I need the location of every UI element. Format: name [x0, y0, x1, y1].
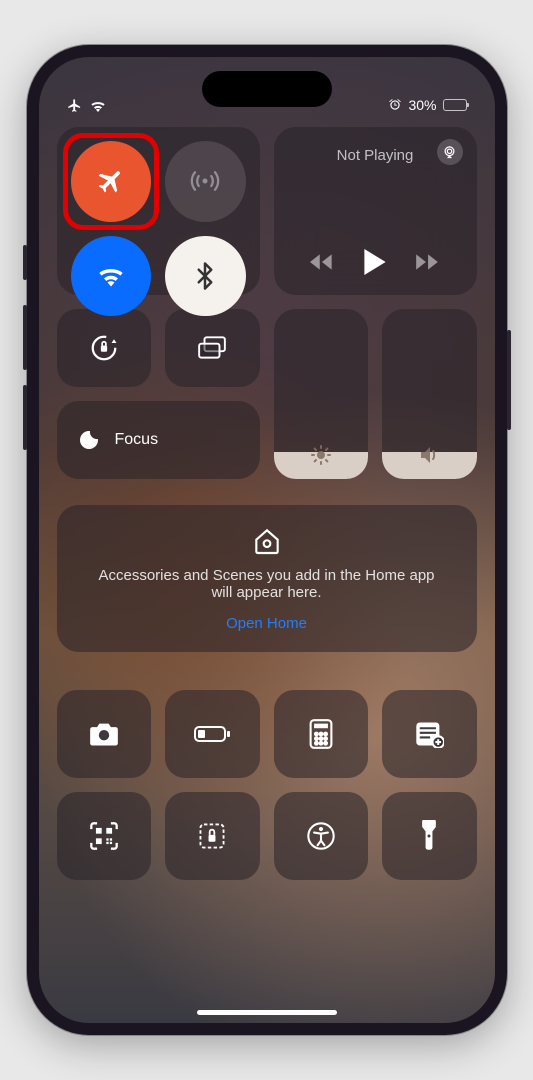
airplay-icon[interactable]	[437, 139, 463, 165]
low-power-button[interactable]	[165, 690, 260, 778]
calculator-button[interactable]	[274, 690, 369, 778]
qr-scanner-button[interactable]	[57, 792, 152, 880]
airplane-status-icon	[67, 98, 82, 113]
screen: 30%	[39, 57, 495, 1023]
open-home-link[interactable]: Open Home	[226, 615, 307, 632]
home-icon	[251, 525, 283, 557]
brightness-icon	[309, 443, 333, 467]
home-tile[interactable]: Accessories and Scenes you add in the Ho…	[57, 505, 477, 652]
volume-up-button	[23, 305, 27, 370]
phone-frame: 30%	[27, 45, 507, 1035]
power-button	[507, 330, 511, 430]
focus-button[interactable]: Focus	[57, 401, 260, 479]
silent-switch	[23, 245, 27, 280]
accessibility-button[interactable]	[274, 792, 369, 880]
forward-button[interactable]	[414, 253, 440, 271]
rewind-button[interactable]	[310, 253, 336, 271]
media-controls	[310, 249, 440, 281]
guided-access-button[interactable]	[165, 792, 260, 880]
brightness-slider[interactable]	[274, 309, 369, 479]
volume-icon	[417, 443, 441, 467]
battery-percent-label: 30%	[408, 97, 436, 113]
media-tile[interactable]: Not Playing	[274, 127, 477, 295]
home-message: Accessories and Scenes you add in the Ho…	[87, 567, 447, 601]
alarm-icon	[388, 98, 402, 112]
camera-button[interactable]	[57, 690, 152, 778]
focus-label: Focus	[115, 431, 159, 449]
cellular-data-toggle[interactable]	[165, 141, 246, 222]
volume-down-button	[23, 385, 27, 450]
play-button[interactable]	[364, 249, 386, 275]
connectivity-tile	[57, 127, 260, 295]
screen-mirroring-button[interactable]	[165, 309, 260, 387]
moon-icon	[77, 428, 101, 452]
battery-icon	[443, 99, 467, 111]
control-center: Not Playing	[39, 117, 495, 1023]
now-playing-label: Not Playing	[337, 147, 414, 164]
wifi-toggle[interactable]	[71, 236, 152, 317]
volume-slider[interactable]	[382, 309, 477, 479]
flashlight-button[interactable]	[382, 792, 477, 880]
airplane-mode-toggle[interactable]	[71, 141, 152, 222]
home-indicator[interactable]	[197, 1010, 337, 1015]
wifi-status-icon	[90, 100, 106, 112]
dynamic-island	[202, 71, 332, 107]
bluetooth-toggle[interactable]	[165, 236, 246, 317]
notes-button[interactable]	[382, 690, 477, 778]
orientation-lock-toggle[interactable]	[57, 309, 152, 387]
